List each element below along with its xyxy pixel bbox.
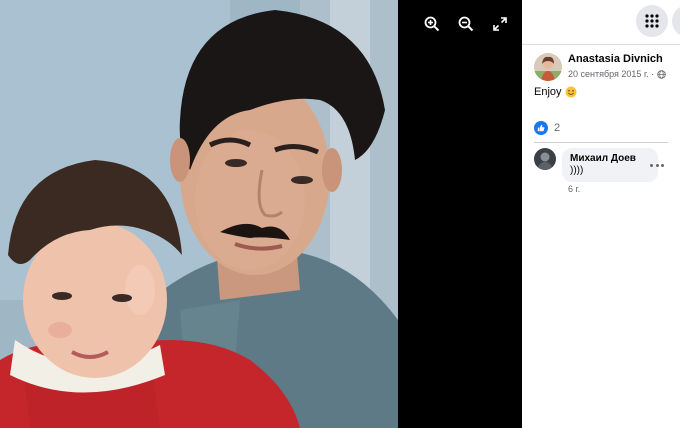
smile-emoji-icon [565,86,577,98]
viewer-toolbar [420,12,512,36]
photo[interactable] [0,0,398,428]
photo-image [0,0,398,428]
comment-text: )))) [570,165,584,176]
top-bar [522,0,680,44]
zoom-out-button[interactable] [454,12,478,36]
comment-bubble: Михаил Доев )))) [562,148,658,182]
post-panel: Anastasia Divnich 20 сентября 2015 г. · … [522,0,680,428]
messenger-button[interactable] [672,5,680,37]
comment-time[interactable]: 6 г. [568,184,580,194]
comment-options-icon[interactable] [650,161,664,169]
post-header: Anastasia Divnich 20 сентября 2015 г. · [534,53,666,81]
like-icon [534,121,548,135]
menu-button[interactable] [636,5,668,37]
divider [522,44,680,45]
author-avatar[interactable] [534,53,562,81]
globe-icon [657,69,666,79]
fullscreen-button[interactable] [488,12,512,36]
commenter-avatar-image [534,148,556,170]
zoom-out-icon [458,16,474,32]
commenter-avatar[interactable] [534,148,556,170]
reactions[interactable]: 2 [534,121,560,135]
post-author[interactable]: Anastasia Divnich [568,53,666,66]
zoom-in-button[interactable] [420,12,444,36]
comment: Михаил Доев )))) [534,148,658,182]
reaction-count: 2 [554,122,561,134]
fullscreen-icon [493,17,507,31]
post-text-body: Enjoy [534,86,562,98]
post-date[interactable]: 20 сентября 2015 г. · [568,69,654,79]
comment-author[interactable]: Михаил Доев [570,153,650,165]
avatar-image [534,53,562,81]
zoom-in-icon [424,16,440,32]
grid-menu-icon [645,14,659,28]
post-text: Enjoy [534,86,577,98]
comments-divider [534,142,668,143]
photo-viewer [0,0,522,428]
